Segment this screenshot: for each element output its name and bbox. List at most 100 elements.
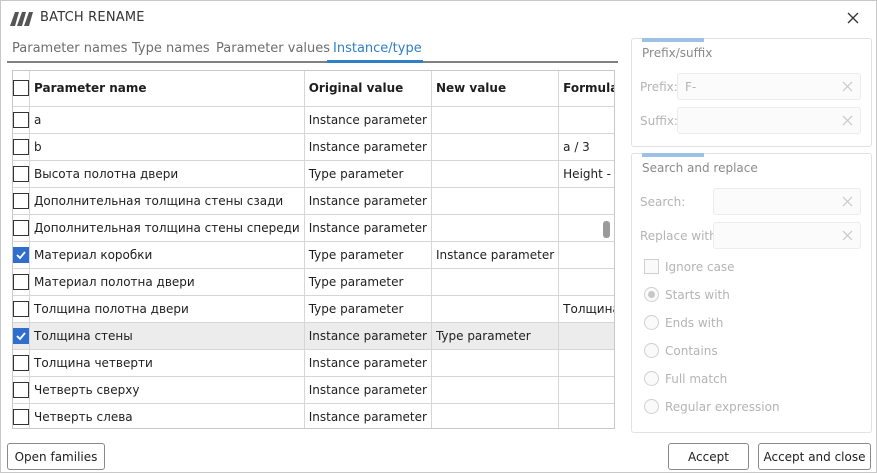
replace-input[interactable] bbox=[713, 222, 861, 249]
radio-ends-with[interactable]: Ends with bbox=[644, 315, 723, 330]
search-input[interactable] bbox=[713, 188, 861, 215]
ignore-case-checkbox[interactable] bbox=[644, 259, 659, 274]
table-row[interactable]: Дополнительная толщина стены сзади Instan… bbox=[13, 187, 614, 215]
cell-parameter-name[interactable]: a bbox=[29, 106, 305, 134]
cell-formula[interactable]: Height - Зазор - bbox=[558, 160, 614, 188]
cell-parameter-name[interactable]: Дополнительная толщина стены спереди bbox=[29, 214, 305, 242]
cell-parameter-name[interactable]: Материал коробки bbox=[29, 241, 305, 269]
cell-formula[interactable] bbox=[558, 106, 614, 134]
cell-formula[interactable] bbox=[558, 322, 614, 350]
cell-parameter-name[interactable]: Четверть сверху bbox=[29, 376, 305, 404]
row-checkbox[interactable] bbox=[13, 246, 29, 263]
cell-new-value[interactable] bbox=[431, 214, 560, 242]
suffix-input[interactable] bbox=[677, 107, 861, 134]
cell-parameter-name[interactable]: Толщина стены bbox=[29, 322, 305, 350]
row-checkbox[interactable] bbox=[13, 327, 29, 344]
cell-original-value[interactable]: Instance parameter bbox=[304, 322, 432, 350]
cell-original-value[interactable]: Instance parameter bbox=[304, 349, 432, 377]
radio-button[interactable] bbox=[644, 343, 659, 358]
tab-parameter-values[interactable]: Parameter values bbox=[216, 41, 330, 56]
table-row[interactable]: Дополнительная толщина стены спереди Inst… bbox=[13, 214, 614, 242]
cell-formula[interactable]: a / 3 bbox=[558, 133, 614, 161]
cell-formula[interactable] bbox=[558, 403, 614, 428]
scrollbar-thumb[interactable] bbox=[603, 221, 610, 238]
column-header-parameter-name[interactable]: Parameter name bbox=[29, 71, 305, 107]
row-checkbox[interactable] bbox=[13, 219, 29, 236]
cell-original-value[interactable]: Instance parameter bbox=[304, 187, 432, 215]
open-families-button[interactable]: Open families bbox=[7, 443, 105, 470]
table-row[interactable]: Четверть сверху Instance parameter bbox=[13, 376, 614, 404]
radio-contains[interactable]: Contains bbox=[644, 343, 718, 358]
row-checkbox[interactable] bbox=[13, 354, 29, 371]
row-checkbox[interactable] bbox=[13, 111, 29, 128]
cell-new-value[interactable] bbox=[431, 106, 560, 134]
cell-original-value[interactable]: Type parameter bbox=[304, 268, 432, 296]
cell-parameter-name[interactable]: Высота полотна двери bbox=[29, 160, 305, 188]
radio-regular-expression[interactable]: Regular expression bbox=[644, 399, 780, 414]
row-checkbox[interactable] bbox=[13, 408, 29, 425]
close-button[interactable] bbox=[841, 7, 865, 29]
prefix-input[interactable]: F- bbox=[677, 73, 861, 100]
tab-parameter-names[interactable]: Parameter names bbox=[12, 41, 127, 56]
cell-new-value[interactable] bbox=[431, 376, 560, 404]
select-all-checkbox[interactable] bbox=[13, 80, 29, 97]
cell-parameter-name[interactable]: Четверть слева bbox=[29, 403, 305, 428]
cell-formula[interactable] bbox=[558, 241, 614, 269]
table-row[interactable]: Материал коробки Type parameter Instance p… bbox=[13, 241, 614, 269]
cell-new-value[interactable]: Type parameter bbox=[431, 322, 560, 350]
accept-and-close-button[interactable]: Accept and close bbox=[758, 443, 871, 470]
row-checkbox[interactable] bbox=[13, 381, 29, 398]
cell-formula[interactable] bbox=[558, 376, 614, 404]
cell-original-value[interactable]: Type parameter bbox=[304, 295, 432, 323]
row-checkbox[interactable] bbox=[13, 300, 29, 317]
row-checkbox[interactable] bbox=[13, 192, 29, 209]
row-checkbox[interactable] bbox=[13, 138, 29, 155]
ignore-case-option[interactable]: Ignore case bbox=[644, 259, 735, 274]
clear-suffix-icon[interactable] bbox=[841, 114, 854, 127]
cell-original-value[interactable]: Instance parameter bbox=[304, 133, 432, 161]
table-row[interactable]: Материал полотна двери Type parameter bbox=[13, 268, 614, 296]
cell-original-value[interactable]: Instance parameter bbox=[304, 376, 432, 404]
table-row[interactable]: Толщина стены Instance parameter Type para… bbox=[13, 322, 614, 350]
radio-button[interactable] bbox=[644, 287, 659, 302]
cell-new-value[interactable] bbox=[431, 349, 560, 377]
table-row[interactable]: a Instance parameter bbox=[13, 106, 614, 134]
clear-prefix-icon[interactable] bbox=[841, 80, 854, 93]
cell-original-value[interactable]: Instance parameter bbox=[304, 403, 432, 428]
column-header-new-value[interactable]: New value bbox=[431, 71, 560, 107]
clear-search-icon[interactable] bbox=[841, 195, 854, 208]
cell-original-value[interactable]: Instance parameter bbox=[304, 106, 432, 134]
cell-original-value[interactable]: Type parameter bbox=[304, 160, 432, 188]
cell-new-value[interactable] bbox=[431, 160, 560, 188]
cell-parameter-name[interactable]: b bbox=[29, 133, 305, 161]
cell-new-value[interactable] bbox=[431, 295, 560, 323]
radio-button[interactable] bbox=[644, 315, 659, 330]
cell-formula[interactable] bbox=[558, 187, 614, 215]
cell-original-value[interactable]: Type parameter bbox=[304, 241, 432, 269]
cell-formula[interactable] bbox=[558, 349, 614, 377]
tab-type-names[interactable]: Type names bbox=[132, 41, 210, 56]
radio-button[interactable] bbox=[644, 371, 659, 386]
cell-formula[interactable] bbox=[558, 268, 614, 296]
cell-parameter-name[interactable]: Дополнительная толщина стены сзади bbox=[29, 187, 305, 215]
radio-full-match[interactable]: Full match bbox=[644, 371, 727, 386]
accept-button[interactable]: Accept bbox=[668, 443, 749, 470]
column-header-original-value[interactable]: Original value bbox=[304, 71, 432, 107]
row-checkbox[interactable] bbox=[13, 273, 29, 290]
table-row[interactable]: Высота полотна двери Type parameter Height… bbox=[13, 160, 614, 188]
cell-new-value[interactable] bbox=[431, 268, 560, 296]
cell-original-value[interactable]: Instance parameter bbox=[304, 214, 432, 242]
table-row[interactable]: Толщина четверти Instance parameter bbox=[13, 349, 614, 377]
cell-new-value[interactable] bbox=[431, 187, 560, 215]
tab-instance-type[interactable]: Instance/type bbox=[333, 41, 422, 56]
clear-replace-icon[interactable] bbox=[841, 229, 854, 242]
column-header-formula[interactable]: Formula bbox=[558, 71, 614, 107]
radio-starts-with[interactable]: Starts with bbox=[644, 287, 730, 302]
table-row[interactable]: Четверть слева Instance parameter bbox=[13, 403, 614, 428]
cell-parameter-name[interactable]: Материал полотна двери bbox=[29, 268, 305, 296]
cell-formula[interactable]: Толщина короб bbox=[558, 295, 614, 323]
cell-new-value[interactable] bbox=[431, 403, 560, 428]
cell-new-value[interactable]: Instance parameter bbox=[431, 241, 560, 269]
radio-button[interactable] bbox=[644, 399, 659, 414]
cell-new-value[interactable] bbox=[431, 133, 560, 161]
